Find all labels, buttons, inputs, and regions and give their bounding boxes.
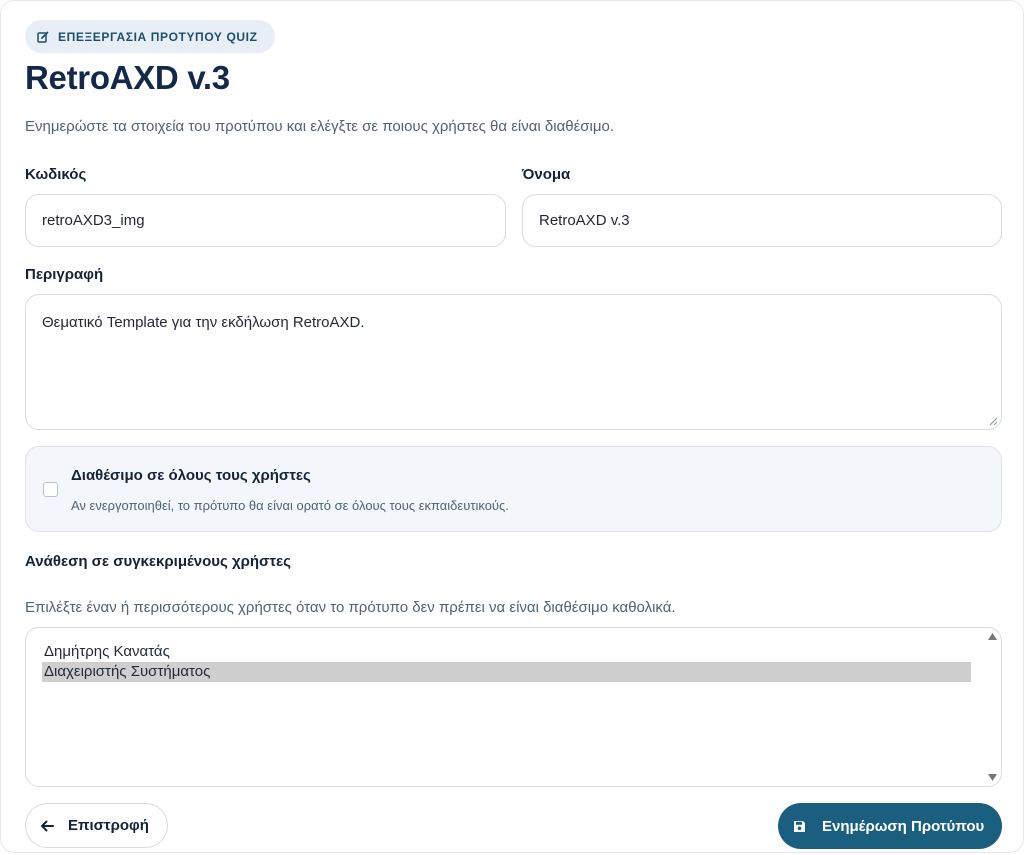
page-subtitle: Ενημερώστε τα στοιχεία του προτύπου και …: [25, 118, 615, 135]
all-users-help: Αν ενεργοποιηθεί, το πρότυπο θα είναι ορ…: [71, 498, 509, 513]
all-users-toggle-panel: Διαθέσιμο σε όλους τους χρήστες Αν ενεργ…: [25, 446, 1002, 532]
arrow-left-icon: [41, 820, 54, 831]
assign-users-label: Ανάθεση σε συγκεκριμένους χρήστες: [25, 553, 291, 570]
all-users-checkbox[interactable]: [43, 482, 58, 497]
save-icon: [794, 820, 805, 832]
user-option[interactable]: Δημήτρης Κανατάς: [42, 642, 971, 662]
description-label: Περιγραφή: [25, 266, 104, 283]
back-button-label: Επιστροφή: [68, 817, 149, 834]
name-field[interactable]: RetroAXD v.3: [522, 194, 1002, 247]
scroll-up-arrow-icon[interactable]: [987, 632, 998, 641]
edit-icon: [37, 31, 49, 43]
assign-users-hint: Επιλέξτε έναν ή περισσότερους χρήστες ότ…: [25, 599, 676, 616]
all-users-title: Διαθέσιμο σε όλους τους χρήστες: [71, 467, 311, 484]
description-value: Θεματικό Template για την εκδήλωση Retro…: [42, 314, 365, 331]
user-option-selected[interactable]: Διαχειριστής Συστήματος: [42, 662, 971, 682]
code-label: Κωδικός: [25, 166, 87, 183]
code-value: retroAXD3_img: [42, 212, 145, 229]
back-button[interactable]: Επιστροφή: [25, 803, 168, 848]
resize-handle-icon[interactable]: [989, 417, 998, 426]
update-template-button[interactable]: Ενημέρωση Προτύπου: [778, 803, 1002, 849]
page-badge-label: ΕΠΕΞΕΡΓΑΣΙΑ ΠΡΟΤΥΠΟΥ QUIZ: [58, 29, 258, 44]
edit-template-card: ΕΠΕΞΕΡΓΑΣΙΑ ΠΡΟΤΥΠΟΥ QUIZ RetroAXD v.3 Ε…: [0, 0, 1024, 853]
update-template-label: Ενημέρωση Προτύπου: [822, 817, 985, 835]
page-title: RetroAXD v.3: [25, 59, 230, 96]
code-field[interactable]: retroAXD3_img: [25, 194, 506, 247]
users-multiselect[interactable]: Δημήτρης Κανατάς Διαχειριστής Συστήματος: [25, 627, 1002, 787]
scroll-down-arrow-icon[interactable]: [987, 773, 998, 782]
name-label: Όνομα: [522, 166, 571, 183]
page-badge: ΕΠΕΞΕΡΓΑΣΙΑ ΠΡΟΤΥΠΟΥ QUIZ: [25, 20, 275, 53]
description-textarea[interactable]: Θεματικό Template για την εκδήλωση Retro…: [25, 294, 1002, 430]
name-value: RetroAXD v.3: [539, 212, 630, 229]
